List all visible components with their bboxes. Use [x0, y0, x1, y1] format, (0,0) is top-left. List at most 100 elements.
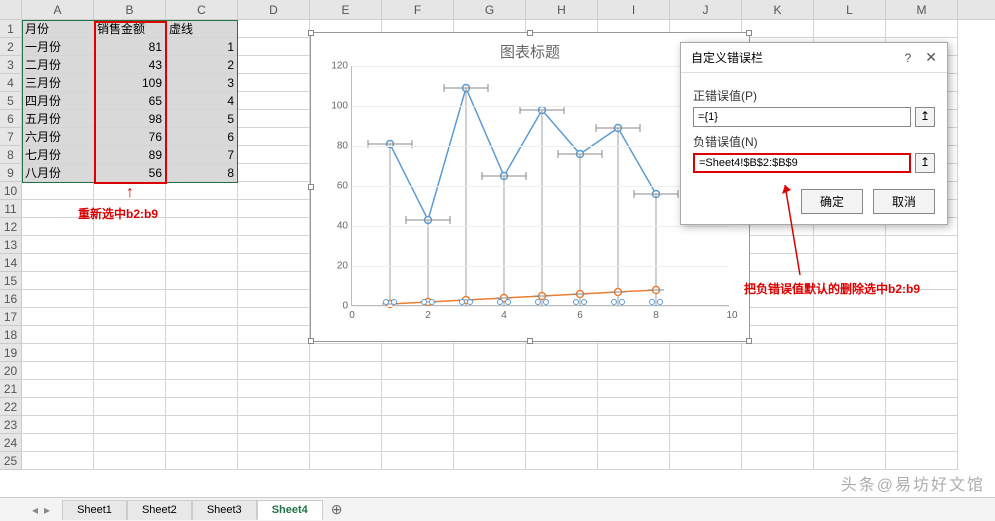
row-header[interactable]: 3 [0, 56, 22, 74]
cell-H22[interactable] [526, 398, 598, 416]
sheet-tab-sheet3[interactable]: Sheet3 [192, 500, 257, 520]
cell-A20[interactable] [22, 362, 94, 380]
cell-B6[interactable]: 98 [94, 110, 166, 128]
cell-H19[interactable] [526, 344, 598, 362]
cell-H21[interactable] [526, 380, 598, 398]
row-header[interactable]: 17 [0, 308, 22, 326]
cell-K13[interactable] [742, 236, 814, 254]
cell-B2[interactable]: 81 [94, 38, 166, 56]
row-header[interactable]: 15 [0, 272, 22, 290]
cell-C6[interactable]: 5 [166, 110, 238, 128]
cell-C5[interactable]: 4 [166, 92, 238, 110]
cell-L24[interactable] [814, 434, 886, 452]
cell-K21[interactable] [742, 380, 814, 398]
cell-A7[interactable]: 六月份 [22, 128, 94, 146]
cell-I21[interactable] [598, 380, 670, 398]
column-header-G[interactable]: G [454, 0, 526, 19]
cell-J20[interactable] [670, 362, 742, 380]
cell-B8[interactable]: 89 [94, 146, 166, 164]
cell-D9[interactable] [238, 164, 310, 182]
column-header-A[interactable]: A [22, 0, 94, 19]
cell-A24[interactable] [22, 434, 94, 452]
cell-M22[interactable] [886, 398, 958, 416]
cell-I25[interactable] [598, 452, 670, 470]
cell-A5[interactable]: 四月份 [22, 92, 94, 110]
cell-B4[interactable]: 109 [94, 74, 166, 92]
row-header[interactable]: 10 [0, 182, 22, 200]
range-picker-icon[interactable]: ↥ [915, 107, 935, 127]
column-header-E[interactable]: E [310, 0, 382, 19]
cell-B21[interactable] [94, 380, 166, 398]
cell-L14[interactable] [814, 254, 886, 272]
cell-A16[interactable] [22, 290, 94, 308]
cell-H25[interactable] [526, 452, 598, 470]
cell-L23[interactable] [814, 416, 886, 434]
cell-L22[interactable] [814, 398, 886, 416]
help-icon[interactable]: ? [905, 51, 912, 65]
column-header-F[interactable]: F [382, 0, 454, 19]
row-header[interactable]: 21 [0, 380, 22, 398]
cell-J25[interactable] [670, 452, 742, 470]
cell-L18[interactable] [814, 326, 886, 344]
close-icon[interactable]: ✕ [925, 49, 937, 66]
cell-B7[interactable]: 76 [94, 128, 166, 146]
cell-G22[interactable] [454, 398, 526, 416]
row-header[interactable]: 23 [0, 416, 22, 434]
row-header[interactable]: 11 [0, 200, 22, 218]
cell-G20[interactable] [454, 362, 526, 380]
sheet-tab-sheet1[interactable]: Sheet1 [62, 500, 127, 520]
column-header-I[interactable]: I [598, 0, 670, 19]
cell-D18[interactable] [238, 326, 310, 344]
cell-A17[interactable] [22, 308, 94, 326]
cell-A18[interactable] [22, 326, 94, 344]
chart-plot-area[interactable]: 0204060801001200246810 [351, 66, 729, 306]
cancel-button[interactable]: 取消 [873, 189, 935, 214]
cell-M14[interactable] [886, 254, 958, 272]
select-all-corner[interactable] [0, 0, 22, 19]
cell-A14[interactable] [22, 254, 94, 272]
row-header[interactable]: 14 [0, 254, 22, 272]
cell-B9[interactable]: 56 [94, 164, 166, 182]
cell-C20[interactable] [166, 362, 238, 380]
dialog-titlebar[interactable]: 自定义错误栏 ? ✕ [681, 43, 947, 73]
column-header-K[interactable]: K [742, 0, 814, 19]
cell-L1[interactable] [814, 20, 886, 38]
cell-C15[interactable] [166, 272, 238, 290]
column-header-J[interactable]: J [670, 0, 742, 19]
cell-L21[interactable] [814, 380, 886, 398]
cell-J19[interactable] [670, 344, 742, 362]
cell-I23[interactable] [598, 416, 670, 434]
cell-D8[interactable] [238, 146, 310, 164]
cell-G25[interactable] [454, 452, 526, 470]
cell-C21[interactable] [166, 380, 238, 398]
row-header[interactable]: 12 [0, 218, 22, 236]
cell-D22[interactable] [238, 398, 310, 416]
cell-C19[interactable] [166, 344, 238, 362]
cell-M24[interactable] [886, 434, 958, 452]
cell-D19[interactable] [238, 344, 310, 362]
cell-D21[interactable] [238, 380, 310, 398]
column-header-B[interactable]: B [94, 0, 166, 19]
cell-A21[interactable] [22, 380, 94, 398]
cell-D3[interactable] [238, 56, 310, 74]
cell-H23[interactable] [526, 416, 598, 434]
cell-M18[interactable] [886, 326, 958, 344]
cell-D14[interactable] [238, 254, 310, 272]
cell-M23[interactable] [886, 416, 958, 434]
positive-error-input[interactable] [693, 107, 911, 127]
cell-C4[interactable]: 3 [166, 74, 238, 92]
cell-C18[interactable] [166, 326, 238, 344]
cell-J24[interactable] [670, 434, 742, 452]
cell-D4[interactable] [238, 74, 310, 92]
cell-I19[interactable] [598, 344, 670, 362]
cell-C14[interactable] [166, 254, 238, 272]
cell-B19[interactable] [94, 344, 166, 362]
row-header[interactable]: 19 [0, 344, 22, 362]
cell-F19[interactable] [382, 344, 454, 362]
cell-D16[interactable] [238, 290, 310, 308]
cell-L20[interactable] [814, 362, 886, 380]
cell-B14[interactable] [94, 254, 166, 272]
cell-L13[interactable] [814, 236, 886, 254]
row-header[interactable]: 7 [0, 128, 22, 146]
cell-C22[interactable] [166, 398, 238, 416]
